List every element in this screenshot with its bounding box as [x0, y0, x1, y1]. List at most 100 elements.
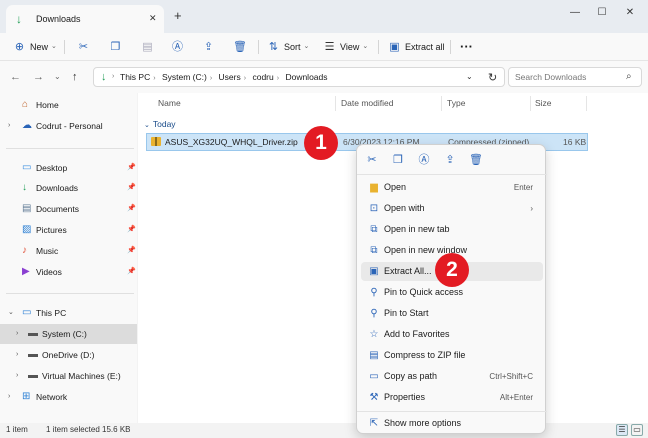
menu-item-add-favorites[interactable]: ☆ Add to Favorites — [361, 325, 543, 344]
sidebar-item-pictures[interactable]: ▨ Pictures 📌 — [0, 220, 137, 240]
sidebar-item-documents[interactable]: ▤ Documents 📌 — [0, 199, 137, 219]
tab-downloads[interactable]: ↓ Downloads ✕ — [6, 5, 164, 33]
copy-icon: ❐ — [110, 41, 121, 53]
extract-icon: ▣ — [369, 266, 379, 277]
title-bar: ↓ Downloads ✕ + — ☐ ✕ — [0, 0, 648, 33]
column-header-type[interactable]: Type — [447, 98, 465, 108]
maximize-icon[interactable]: ☐ — [595, 6, 609, 20]
rename-button[interactable]: Ⓐ — [171, 39, 188, 55]
step-badge-2: 2 — [435, 253, 469, 287]
sidebar-label: Home — [36, 100, 59, 110]
chevron-right-icon[interactable]: › — [16, 324, 18, 344]
menu-item-open[interactable]: ▆ Open Enter — [361, 178, 543, 197]
close-tab-icon[interactable]: ✕ — [149, 13, 157, 24]
address-bar[interactable]: ↓ › This PC › System (C:) › Users › codru › … — [93, 67, 505, 87]
crumb-this-pc[interactable]: This PC — [120, 72, 150, 82]
pin-icon[interactable]: 📌 — [127, 199, 136, 219]
sidebar-item-music[interactable]: ♪ Music 📌 — [0, 241, 137, 261]
pin-icon[interactable]: 📌 — [127, 178, 136, 198]
up-icon[interactable]: ↑ — [72, 70, 78, 84]
share-button[interactable]: ⇪ — [202, 39, 219, 55]
crumb-codru[interactable]: codru — [252, 72, 273, 82]
sidebar-item-downloads[interactable]: ↓ Downloads 📌 — [0, 178, 137, 198]
details-view-icon[interactable]: ☰ — [616, 424, 628, 436]
sidebar-label: Downloads — [36, 183, 79, 193]
more-options-icon[interactable]: ··· — [460, 39, 473, 55]
cut-icon[interactable]: ✂ — [365, 153, 379, 167]
menu-item-open-with[interactable]: ⊡ Open with › — [361, 199, 543, 218]
sidebar-item-system-c[interactable]: › ▬ System (C:) — [0, 324, 137, 344]
sidebar-item-this-pc[interactable]: ⌄ ▭ This PC — [0, 303, 137, 323]
sidebar-item-virtual-machines[interactable]: › ▬ Virtual Machines (E:) — [0, 366, 137, 386]
paste-button[interactable]: ▤ — [141, 39, 158, 55]
pin-icon[interactable]: 📌 — [127, 220, 136, 240]
copy-button[interactable]: ❐ — [109, 39, 126, 55]
rename-icon[interactable]: Ⓐ — [417, 153, 431, 167]
document-icon: ▤ — [22, 203, 32, 214]
menu-item-properties[interactable]: ⚒ Properties Alt+Enter — [361, 388, 543, 407]
chevron-right-icon[interactable]: › — [16, 345, 18, 365]
sidebar-item-onedrive[interactable]: › ▬ OneDrive (D:) — [0, 345, 137, 365]
pin-icon[interactable]: 📌 — [127, 158, 136, 178]
minimize-icon[interactable]: — — [568, 6, 582, 20]
copy-icon[interactable]: ❐ — [391, 153, 405, 167]
context-quick-actions: ✂ ❐ Ⓐ ⇪ 🗑 — [357, 145, 547, 175]
sidebar-item-videos[interactable]: ▶ Videos 📌 — [0, 262, 137, 282]
menu-item-compress-zip[interactable]: ▤ Compress to ZIP file — [361, 346, 543, 365]
back-icon[interactable]: ← — [10, 70, 21, 84]
new-button[interactable]: ⊕ New ⌄ — [13, 39, 57, 55]
sort-button[interactable]: ⇅ Sort ⌄ — [267, 39, 310, 55]
column-divider[interactable] — [530, 96, 531, 111]
pin-icon: ⚲ — [370, 308, 378, 319]
menu-item-open-new-tab[interactable]: ⧉ Open in new tab — [361, 220, 543, 239]
recent-chevron-icon[interactable]: ⌄ — [54, 70, 61, 84]
chevron-right-icon[interactable]: › — [8, 387, 10, 407]
group-header-today[interactable]: ⌄ Today — [144, 119, 176, 129]
menu-label: Copy as path — [384, 371, 438, 381]
sidebar-item-codrut[interactable]: › ☁ Codrut - Personal — [0, 116, 137, 136]
menu-item-pin-start[interactable]: ⚲ Pin to Start — [361, 304, 543, 323]
menu-label: Add to Favorites — [384, 329, 450, 339]
chevron-right-icon[interactable]: › — [8, 116, 10, 136]
address-dropdown-icon[interactable]: ⌄ — [466, 72, 473, 81]
menu-label: Compress to ZIP file — [384, 350, 466, 360]
chevron-right-icon[interactable]: › — [16, 366, 18, 386]
column-divider[interactable] — [441, 96, 442, 111]
pin-icon[interactable]: 📌 — [127, 262, 136, 282]
column-header-date[interactable]: Date modified — [341, 98, 393, 108]
extract-all-button[interactable]: ▣ Extract all — [388, 39, 444, 55]
column-divider[interactable] — [586, 96, 587, 111]
close-window-icon[interactable]: ✕ — [623, 6, 637, 20]
menu-item-show-more-options[interactable]: ⇱ Show more options — [361, 414, 543, 433]
tab-label: Downloads — [36, 14, 81, 24]
menu-item-copy-as-path[interactable]: ▭ Copy as path Ctrl+Shift+C — [361, 367, 543, 386]
refresh-icon[interactable]: ↻ — [488, 71, 497, 84]
sidebar-item-network[interactable]: › ⊞ Network — [0, 387, 137, 407]
pin-icon[interactable]: 📌 — [127, 241, 136, 261]
menu-shortcut: Enter — [513, 183, 533, 192]
column-header-size[interactable]: Size — [535, 98, 552, 108]
home-icon: ⌂ — [22, 99, 29, 110]
share-icon[interactable]: ⇪ — [443, 153, 457, 167]
column-divider[interactable] — [335, 96, 336, 111]
sidebar-item-home[interactable]: ⌂ Home — [0, 95, 137, 115]
delete-button[interactable]: 🗑 — [233, 39, 250, 55]
crumb-downloads[interactable]: Downloads — [285, 72, 327, 82]
crumb-system-c[interactable]: System (C:) — [162, 72, 207, 82]
sidebar-item-desktop[interactable]: ▭ Desktop 📌 — [0, 158, 137, 178]
new-tab-icon[interactable]: + — [174, 9, 182, 22]
crumb-users[interactable]: Users — [219, 72, 241, 82]
tiles-view-icon[interactable]: ▭ — [631, 424, 643, 436]
sort-icon: ⇅ — [268, 41, 279, 53]
cut-button[interactable]: ✂ — [77, 39, 94, 55]
forward-icon[interactable]: → — [33, 70, 44, 84]
trash-icon[interactable]: 🗑 — [469, 153, 483, 167]
search-input[interactable] — [508, 67, 642, 87]
open-with-icon: ⊡ — [369, 203, 379, 214]
file-name: ASUS_XG32UQ_WHQL_Driver.zip — [165, 137, 298, 147]
column-header-name[interactable]: Name — [158, 98, 181, 108]
new-tab-icon: ⧉ — [370, 224, 378, 235]
view-button[interactable]: ☰ View ⌄ — [323, 39, 369, 55]
menu-shortcut: Alt+Enter — [499, 393, 533, 402]
chevron-down-icon[interactable]: ⌄ — [8, 303, 14, 323]
